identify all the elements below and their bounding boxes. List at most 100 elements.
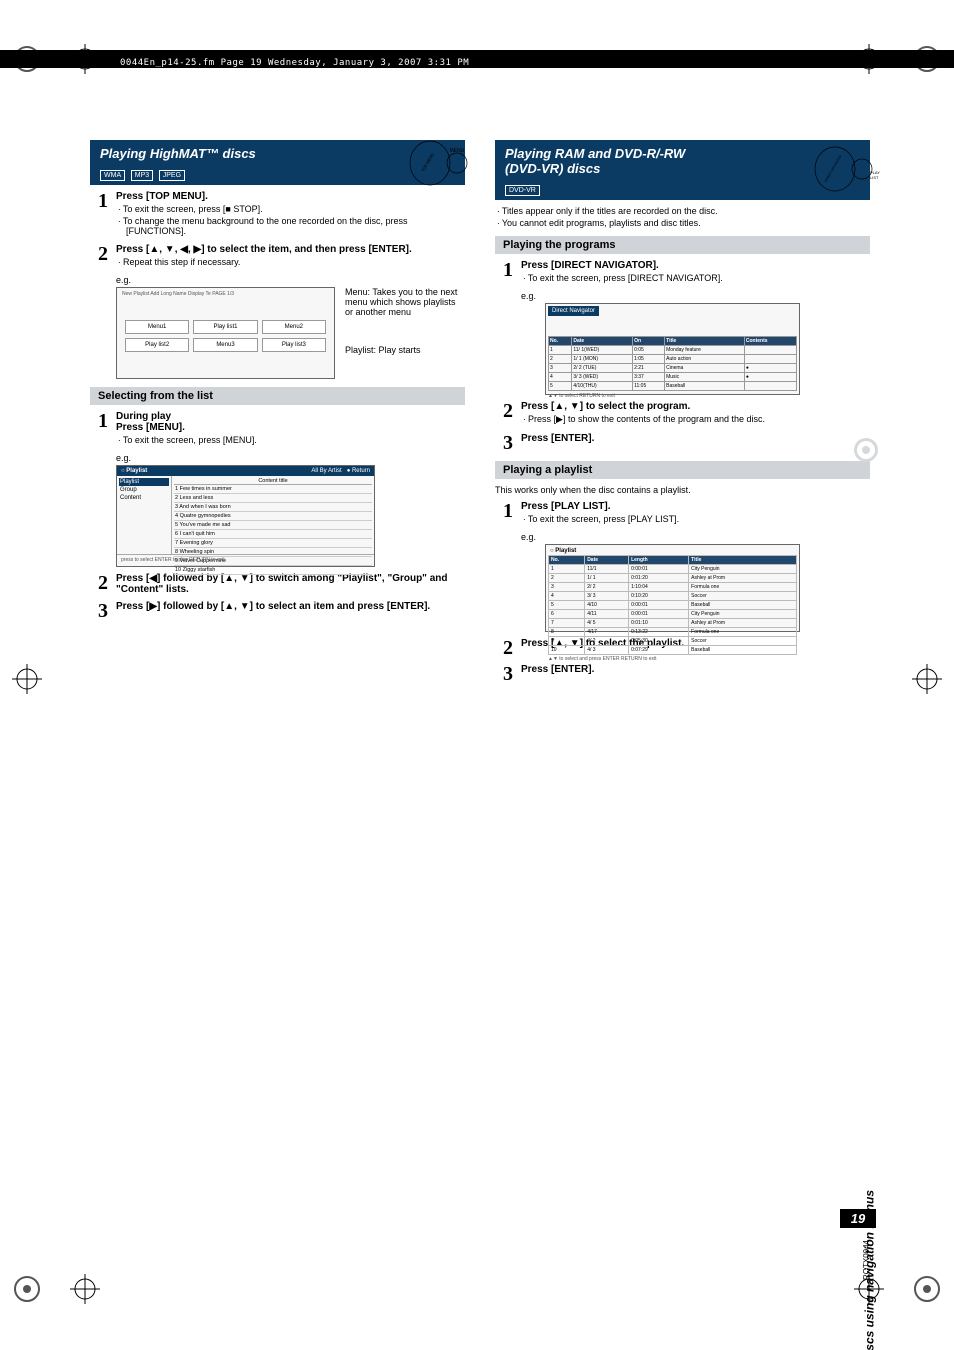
list-item: 10 Ziggy starfish xyxy=(174,566,372,575)
step-title: Press [▶] followed by [▲, ▼] to select a… xyxy=(116,601,465,612)
playlist-table-diagram: ○ Playlist No.DateLengthTitle 111/10:00:… xyxy=(545,544,800,632)
reg-mark xyxy=(912,1274,942,1304)
step-number: 3 xyxy=(495,664,521,684)
step-number: 1 xyxy=(495,501,521,521)
menu-cell: Play list3 xyxy=(262,338,326,352)
step-1: 1 Press [TOP MENU]. To exit the screen, … xyxy=(90,191,465,238)
page-number: 19 xyxy=(840,1209,876,1228)
banner-title: Playing HighMAT™ discs xyxy=(100,146,256,161)
direct-navigator-diagram: Direct Navigator No.Date OnTitle Content… xyxy=(545,303,800,395)
badge: DVD-VR xyxy=(505,185,540,196)
step-1: 1 During play Press [MENU]. To exit the … xyxy=(90,411,465,447)
bullet: Titles appear only if the titles are rec… xyxy=(495,206,870,216)
step-number: 1 xyxy=(90,191,116,211)
step-number: 2 xyxy=(495,401,521,421)
step-title: Press [▲, ▼, ◀, ▶] to select the item, a… xyxy=(116,244,465,255)
remote-icon: MENU TOP MENU xyxy=(405,138,475,188)
step-title: Press [ENTER]. xyxy=(521,664,870,675)
highmat-menu-diagram: New Playlist Add Long Name Display Te PA… xyxy=(116,287,335,379)
step-3: 3 Press [▶] followed by [▲, ▼] to select… xyxy=(90,601,465,621)
step-number: 1 xyxy=(495,260,521,280)
list-item: 1 Few times in summer xyxy=(174,485,372,494)
step-title: Press [DIRECT NAVIGATOR]. xyxy=(521,260,870,271)
example-label: e.g. xyxy=(116,453,465,463)
menu-label: MENU xyxy=(450,148,465,154)
diagram-footer: ▲▼ to select and press ENTER RETURN to e… xyxy=(548,655,797,662)
step-number: 2 xyxy=(90,573,116,593)
section-playing-playlist: Playing a playlist xyxy=(495,461,870,479)
step-title: Press [◀] followed by [▲, ▼] to switch a… xyxy=(116,573,465,595)
step-number: 1 xyxy=(90,411,116,431)
badge: JPEG xyxy=(159,170,185,181)
bullet: To exit the screen, press [■ STOP]. xyxy=(116,204,465,214)
menu-cell: Play list2 xyxy=(125,338,189,352)
example-label: e.g. xyxy=(521,532,870,542)
step-1: 1 Press [DIRECT NAVIGATOR]. To exit the … xyxy=(495,260,870,285)
menu-cell: Menu2 xyxy=(262,320,326,334)
list-item: 6 I can't quit him xyxy=(174,530,372,539)
diagram-topline: New Playlist Add Long Name Display Te PA… xyxy=(117,288,334,300)
badge: MP3 xyxy=(131,170,153,181)
bullet: To exit the screen, press [DIRECT NAVIGA… xyxy=(521,273,870,283)
menu-cell: Menu3 xyxy=(193,338,257,352)
list-item: 8 Wheeling spin xyxy=(174,548,372,557)
bullet: You cannot edit programs, playlists and … xyxy=(495,218,870,228)
step-pre: During play xyxy=(116,411,465,422)
bullet: Press [▶] to show the contents of the pr… xyxy=(521,414,870,425)
step-title: Press [TOP MENU]. xyxy=(116,191,465,202)
svg-text:TOP MENU: TOP MENU xyxy=(420,152,435,173)
step-title: Press [PLAY LIST]. xyxy=(521,501,870,512)
step-3: 3 Press [ENTER]. xyxy=(495,664,870,684)
right-column: Playing RAM and DVD-R/-RW (DVD-VR) discs… xyxy=(495,140,870,690)
section-note: This works only when the disc contains a… xyxy=(495,485,870,495)
bullet: To exit the screen, press [PLAY LIST]. xyxy=(521,514,870,524)
disc-side-icon xyxy=(853,437,879,463)
remote-icon: PLAY LIST DIRECT NAVIGATOR xyxy=(810,144,880,194)
crosshair-icon xyxy=(70,1274,100,1304)
diagram-title: Direct Navigator xyxy=(548,306,599,316)
step-2: 2 Press [◀] followed by [▲, ▼] to switch… xyxy=(90,573,465,595)
step-2: 2 Press [▲, ▼, ◀, ▶] to select the item,… xyxy=(90,244,465,269)
list-item: 7 Evening glory xyxy=(174,539,372,548)
step-2: 2 Press [▲, ▼] to select the program. Pr… xyxy=(495,401,870,427)
step-title: Press [▲, ▼] to select the program. xyxy=(521,401,870,412)
draft-header-line: 0044En_p14-25.fm Page 19 Wednesday, Janu… xyxy=(120,58,469,68)
reg-mark xyxy=(12,1274,42,1304)
list-item: Playlist xyxy=(119,478,169,486)
step-title: Press [MENU]. xyxy=(116,422,465,433)
example-label: e.g. xyxy=(521,291,870,301)
list-item: 4 Quatre gymnopedies xyxy=(174,512,372,521)
list-item: 2 Less and less xyxy=(174,494,372,503)
menu-cell: Menu1 xyxy=(125,320,189,334)
list-item: 3 And when I was born xyxy=(174,503,372,512)
example-label: e.g. xyxy=(116,275,465,285)
section-playing-programs: Playing the programs xyxy=(495,236,870,254)
left-column: Playing HighMAT™ discs WMA MP3 JPEG MENU… xyxy=(90,140,465,690)
crosshair-icon xyxy=(912,664,942,694)
step-1: 1 Press [PLAY LIST]. To exit the screen,… xyxy=(495,501,870,526)
section-selecting-list: Selecting from the list xyxy=(90,387,465,405)
bullet: To change the menu background to the one… xyxy=(116,216,465,236)
step-number: 2 xyxy=(90,244,116,264)
doc-id: RQTX0044 xyxy=(862,1240,871,1280)
step-3: 3 Press [ENTER]. xyxy=(495,433,870,453)
menu-note: Menu: Takes you to the next menu which s… xyxy=(345,287,465,317)
list-item: 5 You've made me sad xyxy=(174,521,372,530)
step-title: Press [ENTER]. xyxy=(521,433,870,444)
diagram-footer: ▲▼ to select RETURN to exit xyxy=(548,391,797,399)
menu-cell: Play list1 xyxy=(193,320,257,334)
bullet: Repeat this step if necessary. xyxy=(116,257,465,267)
banner-line1: Playing RAM and DVD-R/-RW xyxy=(505,146,685,161)
banner-line2: (DVD-VR) discs xyxy=(505,161,600,176)
svg-text:LIST: LIST xyxy=(870,175,879,180)
list-item: Group xyxy=(119,486,169,494)
playlist-note: Playlist: Play starts xyxy=(345,345,465,355)
step-number: 3 xyxy=(495,433,521,453)
crosshair-icon xyxy=(12,664,42,694)
bullet: To exit the screen, press [MENU]. xyxy=(116,435,465,445)
list-item: Content xyxy=(119,494,169,502)
step-number: 2 xyxy=(495,638,521,658)
svg-text:DIRECT NAVIGATOR: DIRECT NAVIGATOR xyxy=(824,154,843,183)
step-number: 3 xyxy=(90,601,116,621)
playlist-diagram: ○ Playlist All By Artist ● Return Playli… xyxy=(116,465,375,567)
